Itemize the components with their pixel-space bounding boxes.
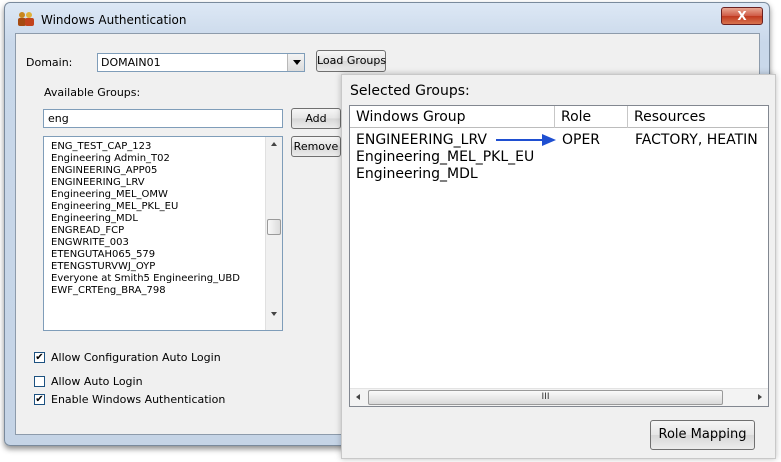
row-role-cell[interactable]: OPER xyxy=(562,132,600,148)
load-groups-button[interactable]: Load Groups xyxy=(316,50,386,72)
grid-horizontal-scrollbar[interactable]: III xyxy=(350,388,768,406)
remove-button[interactable]: Remove xyxy=(291,136,341,157)
available-groups-list[interactable]: ENG_TEST_CAP_123 Engineering Admin_T02 E… xyxy=(43,136,283,331)
check-icon[interactable]: ✔ xyxy=(34,352,45,363)
people-group-icon xyxy=(17,11,35,27)
list-item[interactable]: EWF_CRTEng_BRA_798 xyxy=(51,285,166,297)
row-group-cell[interactable]: ENGINEERING_LRV xyxy=(356,132,487,148)
domain-combobox[interactable]: DOMAIN01 xyxy=(97,53,305,72)
row-resources-cell[interactable]: FACTORY, HEATIN xyxy=(635,132,758,148)
title-bar[interactable]: Windows Authentication X xyxy=(5,3,769,35)
allow-config-auto-login-checkbox[interactable]: ✔ Allow Configuration Auto Login xyxy=(34,351,274,365)
checkbox-label: Allow Auto Login xyxy=(51,375,143,388)
group-filter-field[interactable] xyxy=(44,110,282,127)
domain-label: Domain: xyxy=(26,56,73,69)
list-item[interactable]: ETENGUTAH065_579 xyxy=(51,249,155,261)
list-vertical-scrollbar[interactable] xyxy=(265,137,282,330)
row-group-cell[interactable]: Engineering_MEL_PKL_EU xyxy=(356,149,534,165)
selected-groups-title: Selected Groups: xyxy=(350,83,470,99)
list-item[interactable]: Engineering_MDL xyxy=(51,213,138,225)
add-button[interactable]: Add xyxy=(291,108,341,129)
enable-windows-auth-checkbox[interactable]: ✔ Enable Windows Authentication xyxy=(34,393,274,407)
chevron-down-icon xyxy=(293,60,301,65)
list-item[interactable]: Engineering_MEL_PKL_EU xyxy=(51,201,178,213)
check-icon[interactable]: ✔ xyxy=(34,394,45,405)
list-item[interactable]: ENGINEERING_LRV xyxy=(51,177,145,189)
scroll-up-arrow-icon[interactable] xyxy=(271,142,277,146)
scroll-down-arrow-icon[interactable] xyxy=(271,312,277,316)
empty-checkbox-icon[interactable] xyxy=(34,376,45,387)
list-item[interactable]: Engineering_MEL_OMW xyxy=(51,189,168,201)
column-header-windows-group[interactable]: Windows Group xyxy=(350,106,554,128)
scroll-thumb[interactable] xyxy=(267,219,281,235)
checkbox-label: Enable Windows Authentication xyxy=(51,393,226,406)
role-mapping-button[interactable]: Role Mapping xyxy=(650,420,755,450)
dropdown-arrow-button[interactable] xyxy=(287,54,304,71)
column-header-resources[interactable]: Resources xyxy=(628,106,768,128)
selected-groups-panel: Selected Groups: Windows Group Role Reso… xyxy=(341,74,776,459)
list-item[interactable]: ETENGSTURVWJ_OYP xyxy=(51,261,155,273)
arrow-right-icon xyxy=(496,134,556,146)
list-item[interactable]: Engineering Admin_T02 xyxy=(51,153,170,165)
selected-groups-grid[interactable]: Windows Group Role Resources ENGINEERING… xyxy=(349,105,769,407)
scroll-thumb[interactable]: III xyxy=(368,390,723,405)
window-title: Windows Authentication xyxy=(41,13,187,27)
list-item[interactable]: ENGREAD_FCP xyxy=(51,225,124,237)
list-item[interactable]: ENGWRITE_003 xyxy=(51,237,129,249)
scroll-left-arrow-icon[interactable] xyxy=(356,394,360,400)
scroll-right-arrow-icon[interactable] xyxy=(758,394,762,400)
allow-auto-login-checkbox[interactable]: Allow Auto Login xyxy=(34,375,234,389)
column-header-role[interactable]: Role xyxy=(555,106,627,128)
checkbox-label: Allow Configuration Auto Login xyxy=(51,351,221,364)
domain-value: DOMAIN01 xyxy=(101,56,161,69)
available-groups-label: Available Groups: xyxy=(44,86,141,99)
group-filter-input[interactable] xyxy=(43,109,283,128)
grid-header: Windows Group Role Resources xyxy=(350,106,768,128)
close-button[interactable]: X xyxy=(721,7,763,25)
list-item[interactable]: Everyone at Smith5 Engineering_UBD xyxy=(51,273,240,285)
list-item[interactable]: ENGINEERING_APP05 xyxy=(51,165,157,177)
list-item[interactable]: ENG_TEST_CAP_123 xyxy=(51,141,151,153)
row-group-cell[interactable]: Engineering_MDL xyxy=(356,166,478,182)
